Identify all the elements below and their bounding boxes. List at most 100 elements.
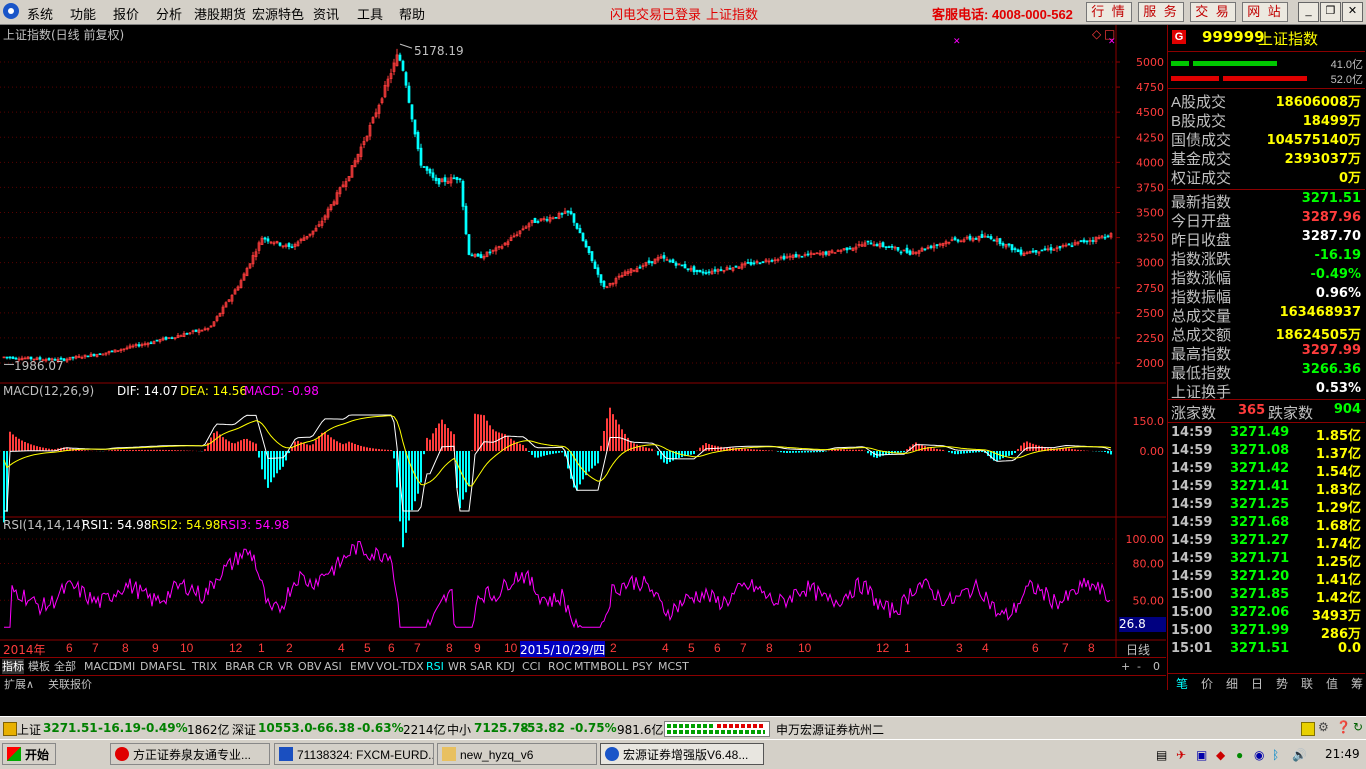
tray-app-icon-1[interactable]: ✈ — [1176, 748, 1186, 762]
task-fangzheng[interactable]: 方正证券泉友通专业... — [110, 743, 270, 765]
menu-analysis[interactable]: 分析 — [156, 4, 182, 23]
task-folder[interactable]: new_hyzq_v6 — [437, 743, 597, 765]
indicator-tab[interactable]: BRAR — [225, 659, 255, 674]
quote-tab[interactable]: 日 — [1245, 675, 1269, 692]
help-icon[interactable]: ❓ — [1336, 720, 1351, 734]
network-icon[interactable]: ▤ — [1156, 748, 1167, 762]
index-row-label: 总成交额 — [1171, 327, 1232, 344]
quote-tab[interactable]: 细 — [1220, 675, 1244, 692]
indicator-tab[interactable]: CR — [258, 659, 273, 674]
indicator-tab[interactable]: TRIX — [192, 659, 217, 674]
start-button[interactable]: 开始 — [2, 743, 56, 765]
chart-settings-icon[interactable]: ◇ — [1092, 27, 1101, 41]
tray-app-icon-4[interactable]: ● — [1236, 748, 1243, 762]
volume-row-label: 权证成交 — [1171, 170, 1232, 187]
menu-function[interactable]: 功能 — [70, 4, 96, 23]
indicator-tab[interactable]: MACD — [84, 659, 117, 674]
clock[interactable]: 21:49 — [1325, 747, 1360, 761]
task-hongyuan[interactable]: 宏源证券增强版V6.48... — [600, 743, 764, 765]
quote-tab[interactable]: 笔 — [1170, 675, 1194, 692]
tick-row[interactable]: 15:00 3272.06 3493万 — [1168, 605, 1365, 624]
tick-row[interactable]: 14:59 3271.42 1.54亿 — [1168, 461, 1365, 480]
tick-row[interactable]: 14:59 3271.41 1.83亿 — [1168, 479, 1365, 498]
indicator-tab[interactable]: ROC — [548, 659, 572, 674]
menu-hongyuan[interactable]: 宏源特色 — [252, 4, 304, 23]
candle-body — [266, 238, 270, 242]
indicator-tab[interactable]: PSY — [632, 659, 652, 674]
buy-bar — [1193, 61, 1277, 66]
indicator-tab[interactable]: VR — [278, 659, 293, 674]
restore-button[interactable]: ❐ — [1320, 2, 1341, 22]
tick-row[interactable]: 15:00 3271.85 1.42亿 — [1168, 587, 1365, 606]
indicator-tab[interactable]: ASI — [324, 659, 342, 674]
indicator-tab[interactable]: RSI — [426, 659, 444, 674]
close-button[interactable]: ✕ — [1342, 2, 1363, 22]
indicator-tab[interactable]: KDJ — [496, 659, 515, 674]
tick-row[interactable]: 14:59 3271.71 1.25亿 — [1168, 551, 1365, 570]
tick-row[interactable]: 15:01 3271.51 0.0 — [1168, 641, 1365, 659]
tick-row[interactable]: 14:59 3271.25 1.29亿 — [1168, 497, 1365, 516]
indicator-tab[interactable]: MCST — [658, 659, 689, 674]
tray-app-icon-3[interactable]: ◆ — [1216, 748, 1225, 762]
index-link[interactable]: 上证指数 — [706, 4, 758, 23]
tick-row[interactable]: 14:59 3271.08 1.37亿 — [1168, 443, 1365, 462]
zoom-control[interactable]: + — [1121, 659, 1130, 674]
market-button[interactable]: 行 情 — [1086, 2, 1132, 22]
tray-app-icon-2[interactable]: ▣ — [1196, 748, 1207, 762]
menu-system[interactable]: 系统 — [27, 4, 53, 23]
indicator-tab[interactable]: DMI — [114, 659, 135, 674]
indicator-tab[interactable]: BOLL — [600, 659, 628, 674]
indicator-tab[interactable]: WR — [448, 659, 467, 674]
tick-row[interactable]: 14:59 3271.49 1.85亿 — [1168, 425, 1365, 444]
tray-app-icon-5[interactable]: ◉ — [1254, 748, 1264, 762]
indicator-tab[interactable]: 模板 — [28, 659, 50, 674]
zoom-control[interactable]: 0 — [1153, 659, 1160, 674]
quote-tab[interactable]: 筹 — [1345, 675, 1366, 692]
quote-badge: G — [1172, 30, 1186, 44]
quote-tab[interactable]: 势 — [1270, 675, 1294, 692]
minimize-button[interactable]: _ — [1298, 2, 1319, 22]
indicator-tab[interactable]: EMV — [350, 659, 374, 674]
indicator-tab[interactable]: SAR — [470, 659, 492, 674]
candle-body — [602, 280, 606, 288]
lock-icon[interactable] — [1301, 722, 1315, 736]
indicator-tab[interactable]: FSL — [166, 659, 185, 674]
indicator-tab[interactable]: MTM — [574, 659, 600, 674]
bluetooth-icon[interactable]: ᛒ — [1272, 748, 1279, 762]
tick-row[interactable]: 14:59 3271.68 1.68亿 — [1168, 515, 1365, 534]
menu-hk-futures[interactable]: 港股期货 — [194, 4, 246, 23]
indicator-tab[interactable]: CCI — [522, 659, 541, 674]
tick-row[interactable]: 14:59 3271.27 1.74亿 — [1168, 533, 1365, 552]
indicator-tab[interactable]: 指标 — [2, 659, 24, 674]
tick-row[interactable]: 15:00 3271.99 286万 — [1168, 623, 1365, 642]
info-mine-icon[interactable]: ✕ — [953, 37, 961, 47]
volume-icon[interactable]: 🔊 — [1292, 748, 1307, 762]
indicator-tab[interactable]: DMA — [140, 659, 166, 674]
menu-tools[interactable]: 工具 — [357, 4, 383, 23]
indicator-tab[interactable]: VOL-TDX — [376, 659, 424, 674]
chart-area[interactable]: 5000 4750 4500 4250 4000 3750 3500 3250 3000 2750… — [0, 25, 1166, 675]
indicator-tab[interactable]: 全部 — [54, 659, 76, 674]
service-button[interactable]: 服 务 — [1138, 2, 1184, 22]
settings-icon[interactable]: ⚙ — [1318, 720, 1329, 734]
chart-canvas[interactable]: 5000475045004250400037503500325030002750… — [0, 25, 1166, 657]
menu-help[interactable]: 帮助 — [399, 4, 425, 23]
tick-row[interactable]: 14:59 3271.20 1.41亿 — [1168, 569, 1365, 588]
quote-tab[interactable]: 值 — [1320, 675, 1344, 692]
menu-info[interactable]: 资讯 — [313, 4, 339, 23]
zoom-control[interactable]: - — [1137, 659, 1141, 674]
market-lock-icon[interactable] — [3, 722, 17, 736]
login-status[interactable]: 闪电交易已登录 — [610, 4, 701, 23]
trade-button[interactable]: 交 易 — [1190, 2, 1236, 22]
task-fxcm[interactable]: 71138324: FXCM-EURD... — [274, 743, 434, 765]
quote-tab[interactable]: 价 — [1195, 675, 1219, 692]
quote-tab[interactable]: 联 — [1295, 675, 1319, 692]
indicator-tab[interactable]: OBV — [298, 659, 321, 674]
period-label[interactable]: 日线 — [1126, 641, 1150, 658]
app-logo-icon[interactable] — [3, 3, 19, 19]
refresh-icon[interactable]: ↻ — [1353, 720, 1363, 734]
menu-quote[interactable]: 报价 — [113, 4, 139, 23]
expand-button[interactable]: 扩展∧ — [4, 677, 34, 692]
website-button[interactable]: 网 站 — [1242, 2, 1288, 22]
related-quote-button[interactable]: 关联报价 — [48, 677, 92, 692]
